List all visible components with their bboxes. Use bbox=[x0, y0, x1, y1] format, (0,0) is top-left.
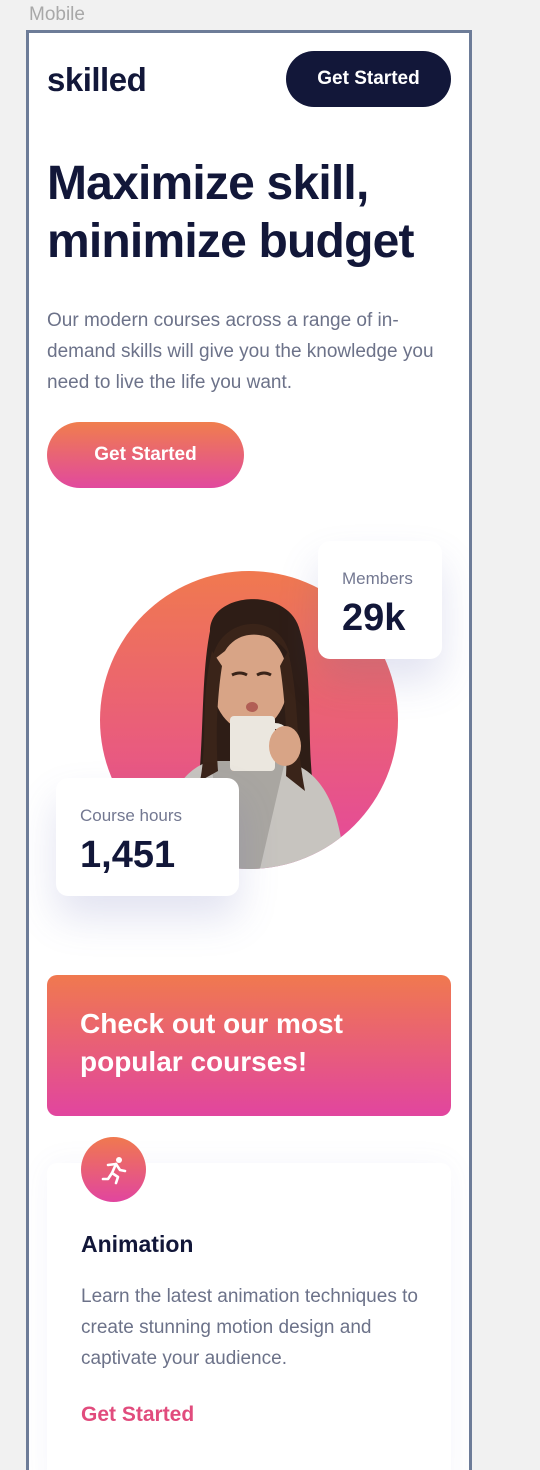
members-label: Members bbox=[342, 569, 413, 588]
members-value: 29k bbox=[342, 597, 406, 639]
course-hours-label: Course hours bbox=[80, 806, 183, 825]
course-hours-stat-card: Course hours 1,451 bbox=[56, 778, 239, 896]
course-hours-value: 1,451 bbox=[80, 834, 176, 876]
course-icon-badge bbox=[81, 1137, 146, 1202]
course-name: Animation bbox=[81, 1231, 194, 1257]
logo[interactable]: skilled bbox=[47, 61, 147, 99]
members-stat-card: Members 29k bbox=[318, 541, 442, 659]
hero-description: Our modern courses across a range of in-… bbox=[47, 310, 434, 393]
header-get-started-button[interactable]: Get Started bbox=[286, 51, 451, 107]
hero-get-started-button[interactable]: Get Started bbox=[47, 422, 244, 488]
frame-label: Mobile bbox=[29, 4, 85, 25]
course-get-started-link[interactable]: Get Started bbox=[81, 1403, 194, 1427]
running-person-icon bbox=[101, 1156, 126, 1184]
mobile-frame: skilled Get Started Maximize skill, mini… bbox=[26, 30, 472, 1470]
popular-courses-title: Check out our most popular courses! bbox=[80, 1008, 343, 1077]
hero-title: Maximize skill, minimize budget bbox=[47, 157, 414, 268]
course-description: Learn the latest animation techniques to… bbox=[81, 1286, 418, 1369]
popular-courses-banner: Check out our most popular courses! bbox=[47, 975, 451, 1116]
